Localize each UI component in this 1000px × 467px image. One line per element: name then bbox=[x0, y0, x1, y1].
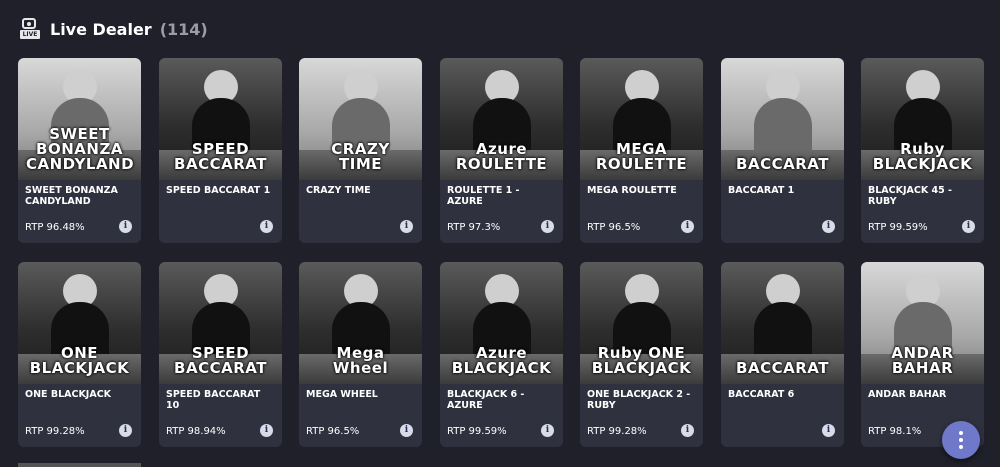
game-name: ONE BLACKJACK 2 - RUBY bbox=[587, 389, 691, 411]
game-rtp: RTP 98.94% bbox=[166, 426, 226, 437]
game-card[interactable]: Ruby BLACKJACK BLACKJACK 45 - RUBY RTP 99.… bbox=[861, 58, 984, 243]
game-name: CRAZY TIME bbox=[306, 185, 371, 196]
game-card[interactable]: ONE BLACKJACK ONE BLACKJACK RTP 99.28% i bbox=[18, 262, 141, 447]
section-header: LIVE Live Dealer (114) bbox=[20, 16, 208, 42]
game-card[interactable]: SPEED BACCARAT SPEED BACCARAT 1 i bbox=[159, 58, 282, 243]
game-rtp: RTP 96.48% bbox=[25, 222, 85, 233]
game-card[interactable]: BACCARAT BACCARAT 1 i bbox=[721, 58, 844, 243]
next-row-hint bbox=[18, 463, 141, 467]
game-name: BLACKJACK 6 - AZURE bbox=[447, 389, 525, 411]
info-icon[interactable]: i bbox=[541, 220, 554, 233]
info-icon[interactable]: i bbox=[822, 220, 835, 233]
game-name: SPEED BACCARAT 1 bbox=[166, 185, 271, 196]
game-name: BACCARAT 1 bbox=[728, 185, 795, 196]
game-card[interactable]: Mega Wheel MEGA WHEEL RTP 96.5% i bbox=[299, 262, 422, 447]
game-logo: Mega Wheel bbox=[332, 344, 389, 377]
game-thumbnail[interactable]: ANDAR BAHAR bbox=[861, 262, 984, 384]
game-rtp: RTP 96.5% bbox=[587, 222, 641, 233]
game-rtp: RTP 97.3% bbox=[447, 222, 501, 233]
game-thumbnail[interactable]: BACCARAT bbox=[721, 262, 844, 384]
game-name: ROULETTE 1 - AZURE bbox=[447, 185, 520, 207]
game-logo: Azure ROULETTE bbox=[455, 140, 548, 173]
info-icon[interactable]: i bbox=[681, 424, 694, 437]
game-rtp: RTP 99.59% bbox=[447, 426, 507, 437]
game-thumbnail[interactable]: MEGA ROULETTE bbox=[580, 58, 703, 180]
game-card[interactable]: CRAZY TIME CRAZY TIME i bbox=[299, 58, 422, 243]
game-thumbnail[interactable]: Mega Wheel bbox=[299, 262, 422, 384]
game-name: BLACKJACK 45 - RUBY bbox=[868, 185, 952, 207]
game-logo: SPEED BACCARAT bbox=[174, 344, 267, 377]
game-rtp: RTP 96.5% bbox=[306, 426, 360, 437]
info-icon[interactable]: i bbox=[400, 220, 413, 233]
game-logo: BACCARAT bbox=[736, 359, 829, 377]
game-name: ANDAR BAHAR bbox=[868, 389, 947, 400]
game-card[interactable]: ANDAR BAHARANDAR BAHARRTP 98.1%i bbox=[861, 262, 984, 447]
info-icon[interactable]: i bbox=[400, 424, 413, 437]
game-logo: SPEED BACCARAT bbox=[174, 140, 267, 173]
game-name: SWEET BONANZA CANDYLAND bbox=[25, 185, 118, 207]
info-icon[interactable]: i bbox=[119, 424, 132, 437]
game-rtp: RTP 99.28% bbox=[587, 426, 647, 437]
info-icon[interactable]: i bbox=[681, 220, 694, 233]
game-logo: ANDAR BAHAR bbox=[891, 344, 954, 377]
game-thumbnail[interactable]: ONE BLACKJACK bbox=[18, 262, 141, 384]
game-rtp: RTP 99.59% bbox=[868, 222, 928, 233]
game-logo: CRAZY TIME bbox=[331, 140, 390, 173]
game-logo: SWEET BONANZA CANDYLAND bbox=[26, 125, 135, 173]
game-logo: MEGA ROULETTE bbox=[595, 140, 688, 173]
game-logo: BACCARAT bbox=[736, 155, 829, 173]
game-name: ONE BLACKJACK bbox=[25, 389, 112, 400]
game-card[interactable]: MEGA ROULETTE MEGA ROULETTE RTP 96.5% i bbox=[580, 58, 703, 243]
game-rtp: RTP 98.1% bbox=[868, 426, 922, 437]
game-card[interactable]: SPEED BACCARAT SPEED BACCARAT 10 RTP 98.94… bbox=[159, 262, 282, 447]
game-logo: ONE BLACKJACK bbox=[29, 344, 130, 377]
info-icon[interactable]: i bbox=[119, 220, 132, 233]
info-icon[interactable]: i bbox=[260, 220, 273, 233]
game-card[interactable]: BACCARAT BACCARAT 6 i bbox=[721, 262, 844, 447]
game-thumbnail[interactable]: Azure BLACKJACK bbox=[440, 262, 563, 384]
game-name: MEGA WHEEL bbox=[306, 389, 378, 400]
game-thumbnail[interactable]: Ruby BLACKJACK bbox=[861, 58, 984, 180]
section-count: (114) bbox=[159, 19, 208, 39]
game-logo: Ruby BLACKJACK bbox=[872, 140, 973, 173]
info-icon[interactable]: i bbox=[962, 220, 975, 233]
info-icon[interactable]: i bbox=[260, 424, 273, 437]
game-thumbnail[interactable]: Azure ROULETTE bbox=[440, 58, 563, 180]
section-title: Live Dealer bbox=[50, 19, 152, 39]
game-logo: Azure BLACKJACK bbox=[451, 344, 552, 377]
game-thumbnail[interactable]: SPEED BACCARAT bbox=[159, 58, 282, 180]
game-name: BACCARAT 6 bbox=[728, 389, 795, 400]
info-icon[interactable]: i bbox=[822, 424, 835, 437]
game-thumbnail[interactable]: SPEED BACCARAT bbox=[159, 262, 282, 384]
info-icon[interactable]: i bbox=[541, 424, 554, 437]
game-thumbnail[interactable]: CRAZY TIME bbox=[299, 58, 422, 180]
game-rtp: RTP 99.28% bbox=[25, 426, 85, 437]
game-card[interactable]: Azure BLACKJACK BLACKJACK 6 - AZURE RTP 99… bbox=[440, 262, 563, 447]
more-vertical-icon bbox=[959, 431, 963, 449]
game-card[interactable]: SWEET BONANZA CANDYLAND SWEET BONANZA CAN… bbox=[18, 58, 141, 243]
game-logo: Ruby ONE BLACKJACK bbox=[591, 344, 692, 377]
game-thumbnail[interactable]: BACCARAT bbox=[721, 58, 844, 180]
game-thumbnail[interactable]: Ruby ONE BLACKJACK bbox=[580, 262, 703, 384]
more-options-button[interactable] bbox=[942, 421, 980, 459]
game-name: MEGA ROULETTE bbox=[587, 185, 677, 196]
live-camera-icon: LIVE bbox=[20, 18, 40, 40]
game-name: SPEED BACCARAT 10 bbox=[166, 389, 261, 411]
game-card[interactable]: Ruby ONE BLACKJACK ONE BLACKJACK 2 - RUBY… bbox=[580, 262, 703, 447]
game-card[interactable]: Azure ROULETTE ROULETTE 1 - AZURE RTP 97.3… bbox=[440, 58, 563, 243]
game-thumbnail[interactable]: SWEET BONANZA CANDYLAND bbox=[18, 58, 141, 180]
